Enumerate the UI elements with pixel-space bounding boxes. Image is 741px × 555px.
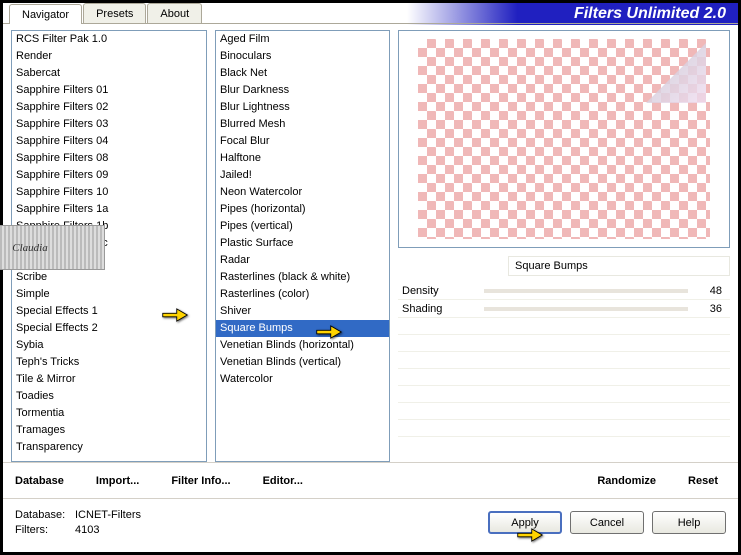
filter-item[interactable]: Plastic Surface [216,235,389,252]
filter-list[interactable]: Aged FilmBinocularsBlack NetBlur Darknes… [215,30,390,462]
category-item[interactable]: Tile & Mirror [12,371,206,388]
empty-param-rows [398,318,730,437]
filter-item[interactable]: Halftone [216,150,389,167]
category-item[interactable]: Special Effects 2 [12,320,206,337]
category-item[interactable]: Scribe [12,269,206,286]
reset-link[interactable]: Reset [688,475,718,487]
category-item[interactable]: Sybia [12,337,206,354]
watermark-badge: Claudia [0,225,105,270]
category-item[interactable]: Special Effects 1 [12,303,206,320]
category-item[interactable]: RCS Filter Pak 1.0 [12,31,206,48]
category-item[interactable]: Simple [12,286,206,303]
filter-item[interactable]: Pipes (vertical) [216,218,389,235]
db-label: Database: [15,508,75,523]
category-item[interactable]: Sapphire Filters 10 [12,184,206,201]
database-link[interactable]: Database [15,475,64,487]
tab-navigator[interactable]: Navigator [9,4,82,24]
category-item[interactable]: Render [12,48,206,65]
filter-item[interactable]: Neon Watercolor [216,184,389,201]
parameter-panel: Density 48 Shading 36 [398,282,730,318]
param-value: 48 [694,285,730,297]
toolbar: Database Import... Filter Info... Editor… [3,462,738,498]
filter-name-row: Square Bumps [398,256,730,276]
cancel-button[interactable]: Cancel [570,511,644,534]
main-panel: RCS Filter Pak 1.0RenderSabercatSapphire… [3,24,738,462]
filter-column: Aged FilmBinocularsBlack NetBlur Darknes… [215,30,390,462]
category-item[interactable]: Tormentia [12,405,206,422]
filters-count-label: Filters: [15,523,75,538]
import-link[interactable]: Import... [96,475,139,487]
filter-item[interactable]: Blur Darkness [216,82,389,99]
db-value: ICNET-Filters [75,509,141,521]
filter-item[interactable]: Black Net [216,65,389,82]
filter-item[interactable]: Binoculars [216,48,389,65]
category-item[interactable]: Sapphire Filters 01 [12,82,206,99]
current-filter-name: Square Bumps [508,256,730,276]
filter-item[interactable]: Radar [216,252,389,269]
param-slider[interactable] [484,289,688,293]
editor-link[interactable]: Editor... [263,475,303,487]
category-item[interactable]: Sapphire Filters 1a [12,201,206,218]
filterinfo-link[interactable]: Filter Info... [171,475,230,487]
param-row: Shading 36 [398,300,730,318]
filter-item[interactable]: Jailed! [216,167,389,184]
filter-item[interactable]: Pipes (horizontal) [216,201,389,218]
filter-item[interactable]: Square Bumps [216,320,389,337]
category-item[interactable]: Transparency [12,439,206,456]
category-item[interactable]: Sapphire Filters 04 [12,133,206,150]
apply-button[interactable]: Apply [488,511,562,534]
filter-item[interactable]: Blurred Mesh [216,116,389,133]
preview-area [398,30,730,248]
category-item[interactable]: Sapphire Filters 03 [12,116,206,133]
filter-item[interactable]: Focal Blur [216,133,389,150]
filter-item[interactable]: Rasterlines (color) [216,286,389,303]
db-info: Database:ICNET-Filters Filters:4103 [15,508,141,538]
filter-item[interactable]: Blur Lightness [216,99,389,116]
category-item[interactable]: Sapphire Filters 09 [12,167,206,184]
preview-image [418,39,710,239]
tab-presets[interactable]: Presets [83,3,146,23]
randomize-link[interactable]: Randomize [597,475,656,487]
category-item[interactable]: Teph's Tricks [12,354,206,371]
param-value: 36 [694,303,730,315]
filter-item[interactable]: Watercolor [216,371,389,388]
filters-count-value: 4103 [75,524,99,536]
param-slider[interactable] [484,307,688,311]
filter-item[interactable]: Venetian Blinds (vertical) [216,354,389,371]
param-label: Density [398,285,478,297]
tab-about[interactable]: About [147,3,202,23]
filter-item[interactable]: Shiver [216,303,389,320]
help-button[interactable]: Help [652,511,726,534]
filter-item[interactable]: Venetian Blinds (horizontal) [216,337,389,354]
filter-item[interactable]: Aged Film [216,31,389,48]
category-item[interactable]: Sapphire Filters 08 [12,150,206,167]
param-label: Shading [398,303,478,315]
footer: Database:ICNET-Filters Filters:4103 Appl… [3,498,738,546]
category-item[interactable]: Toadies [12,388,206,405]
category-item[interactable]: Tramages [12,422,206,439]
param-row: Density 48 [398,282,730,300]
filter-item[interactable]: Rasterlines (black & white) [216,269,389,286]
preview-column: Claudia Square Bumps Density48Shading36 [398,30,730,462]
tab-strip: Navigator Presets About [3,3,738,24]
category-item[interactable]: Sabercat [12,65,206,82]
category-item[interactable]: Sapphire Filters 02 [12,99,206,116]
